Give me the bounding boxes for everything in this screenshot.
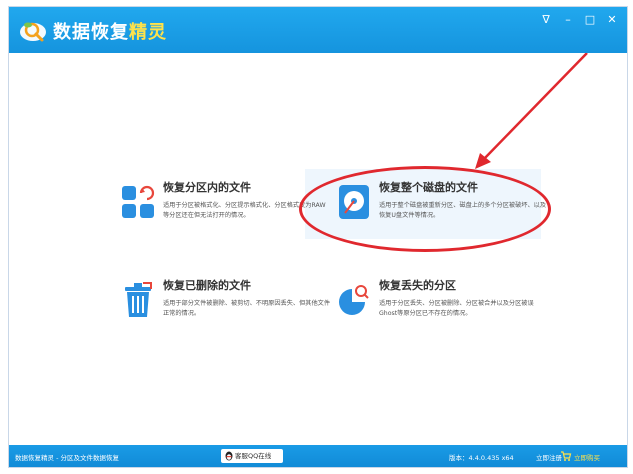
close-button[interactable]: ✕: [603, 13, 621, 27]
annotation-arrow: [475, 53, 588, 169]
pin-button[interactable]: ∇: [537, 13, 555, 27]
main-content: 恢复分区内的文件 适用于分区被格式化、分区提示格式化、分区格式变为RAW等分区还…: [9, 53, 627, 447]
cart-icon: [561, 451, 572, 461]
app-window: 数据恢复精灵 ∇ – □ ✕ 恢复分区内的文件 适用于分区被格式化、分区提示格式…: [8, 6, 628, 468]
qq-penguin-icon: [225, 451, 233, 461]
window-controls: ∇ – □ ✕: [537, 13, 621, 27]
version-label: 版本：4.4.0.435 x64: [449, 454, 514, 462]
title-bar: 数据恢复精灵 ∇ – □ ✕: [9, 7, 627, 53]
buy-link[interactable]: 立即购买: [574, 452, 600, 462]
qq-support-label: 客服QQ在线: [235, 452, 272, 460]
app-title-main: 数据恢复: [53, 22, 129, 43]
app-title-accent: 精灵: [129, 22, 167, 43]
qq-support-button[interactable]: 客服QQ在线: [221, 449, 283, 463]
app-logo-icon: [20, 22, 46, 42]
app-title: 数据恢复精灵: [53, 18, 167, 44]
status-app-name: 数据恢复精灵 - 分区及文件数据恢复: [15, 454, 119, 462]
register-link[interactable]: 立即注册: [536, 452, 562, 462]
minimize-button[interactable]: –: [559, 13, 577, 27]
maximize-button[interactable]: □: [581, 13, 599, 27]
status-bar: 数据恢复精灵 - 分区及文件数据恢复 客服QQ在线 版本：4.4.0.435 x…: [9, 445, 627, 467]
